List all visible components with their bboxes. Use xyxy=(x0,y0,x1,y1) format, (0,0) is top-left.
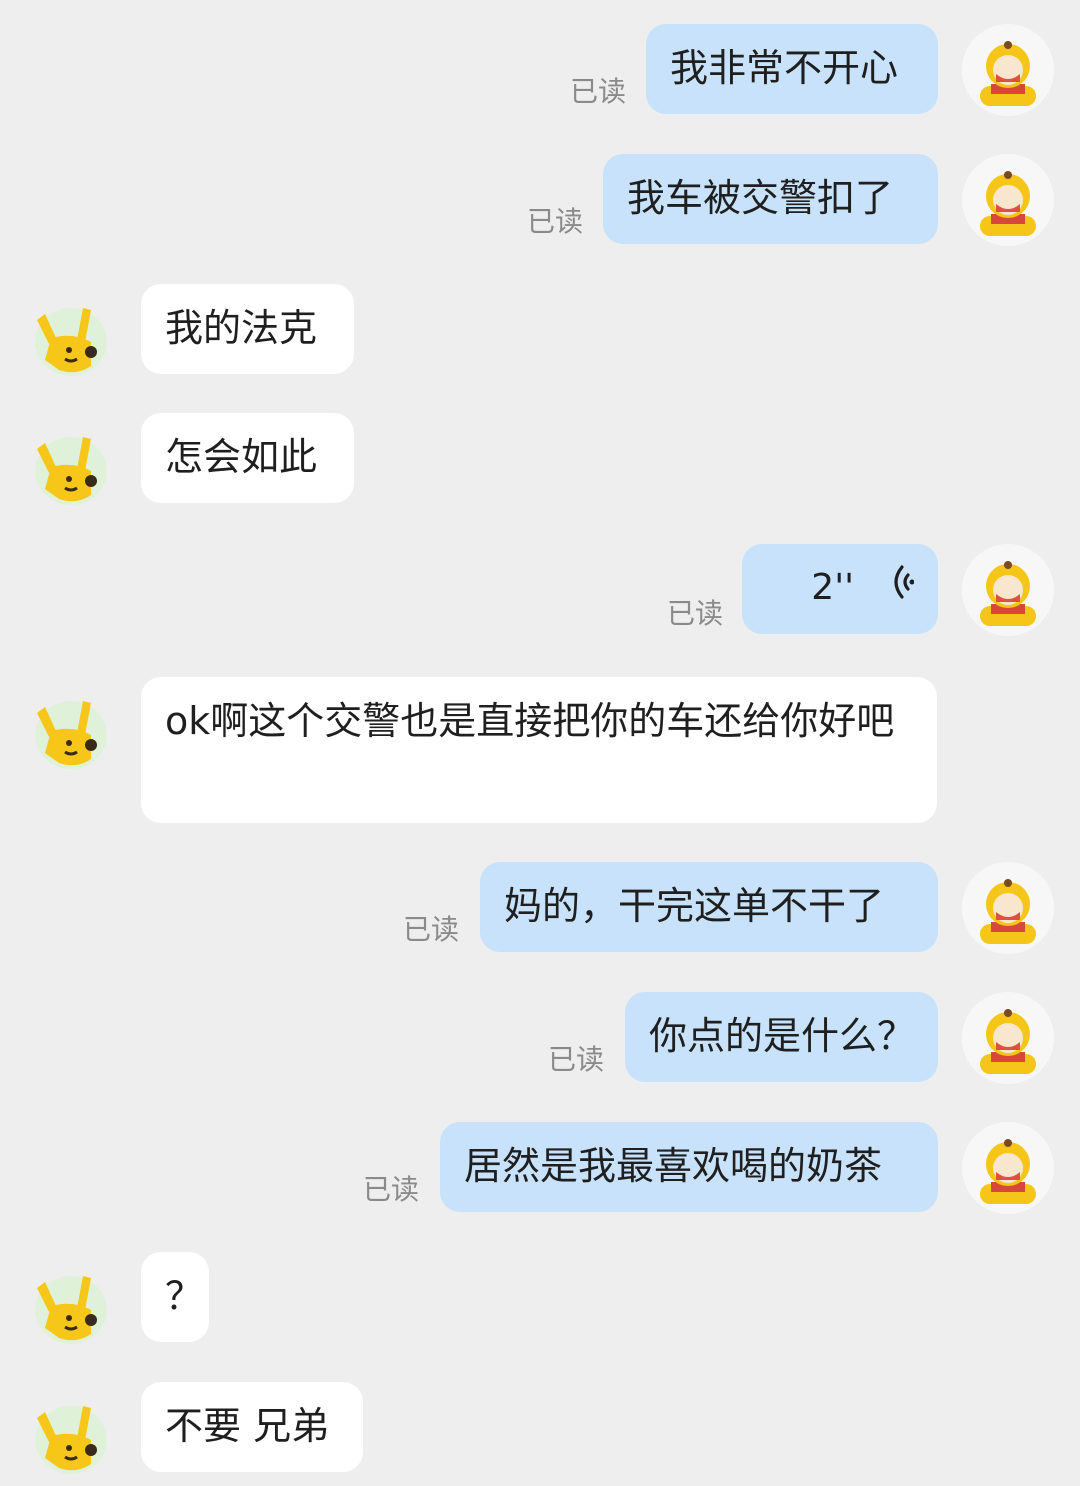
message-bubble-outgoing[interactable]: 我非常不开心 xyxy=(646,24,938,114)
voice-message-bubble[interactable]: 2'' xyxy=(742,544,938,634)
my-avatar-icon[interactable] xyxy=(962,24,1054,116)
chat-window: 已读 我非常不开心 已读 我车被交警扣了 我的法克 怎会如此 已读 2'' ok… xyxy=(0,0,1080,1475)
message-row: 已读 我车被交警扣了 xyxy=(0,152,1080,246)
message-row: 怎会如此 xyxy=(0,411,1080,505)
read-receipt: 已读 xyxy=(527,205,584,238)
friend-avatar-icon[interactable] xyxy=(25,421,117,513)
message-bubble-incoming[interactable]: 我的法克 xyxy=(141,284,354,374)
my-avatar-icon[interactable] xyxy=(962,544,1054,636)
read-receipt: 已读 xyxy=(548,1043,605,1076)
message-row: 已读 2'' xyxy=(0,542,1080,636)
message-row: ？ xyxy=(0,1250,1080,1344)
message-row: ok啊这个交警也是直接把你的车还给你好吧 xyxy=(0,675,1080,825)
my-avatar-icon[interactable] xyxy=(962,862,1054,954)
message-row: 已读 妈的，干完这单不干了 xyxy=(0,860,1080,954)
message-bubble-incoming[interactable]: 不要 兄弟 xyxy=(141,1382,363,1472)
friend-avatar-icon[interactable] xyxy=(25,1260,117,1352)
message-row: 已读 居然是我最喜欢喝的奶茶 xyxy=(0,1120,1080,1214)
read-receipt: 已读 xyxy=(363,1173,420,1206)
read-receipt: 已读 xyxy=(667,597,724,630)
friend-avatar-icon[interactable] xyxy=(25,292,117,384)
message-bubble-outgoing[interactable]: 我车被交警扣了 xyxy=(603,154,938,244)
message-bubble-outgoing[interactable]: 居然是我最喜欢喝的奶茶 xyxy=(440,1122,938,1212)
message-bubble-incoming[interactable]: ？ xyxy=(141,1252,209,1342)
my-avatar-icon[interactable] xyxy=(962,154,1054,246)
message-row: 已读 我非常不开心 xyxy=(0,22,1080,116)
message-row: 我的法克 xyxy=(0,282,1080,376)
voice-duration: 2'' xyxy=(811,567,854,608)
read-receipt: 已读 xyxy=(403,913,460,946)
read-receipt: 已读 xyxy=(570,75,627,108)
my-avatar-icon[interactable] xyxy=(962,992,1054,1084)
message-bubble-incoming[interactable]: ok啊这个交警也是直接把你的车还给你好吧 xyxy=(141,677,937,823)
message-bubble-incoming[interactable]: 怎会如此 xyxy=(141,413,354,503)
voice-wave-icon xyxy=(884,560,915,616)
message-row: 不要 兄弟 xyxy=(0,1380,1080,1474)
friend-avatar-icon[interactable] xyxy=(25,1390,117,1482)
message-bubble-outgoing[interactable]: 你点的是什么？ xyxy=(625,992,938,1082)
message-bubble-outgoing[interactable]: 妈的，干完这单不干了 xyxy=(480,862,938,952)
my-avatar-icon[interactable] xyxy=(962,1122,1054,1214)
message-row: 已读 你点的是什么？ xyxy=(0,990,1080,1084)
friend-avatar-icon[interactable] xyxy=(25,685,117,777)
